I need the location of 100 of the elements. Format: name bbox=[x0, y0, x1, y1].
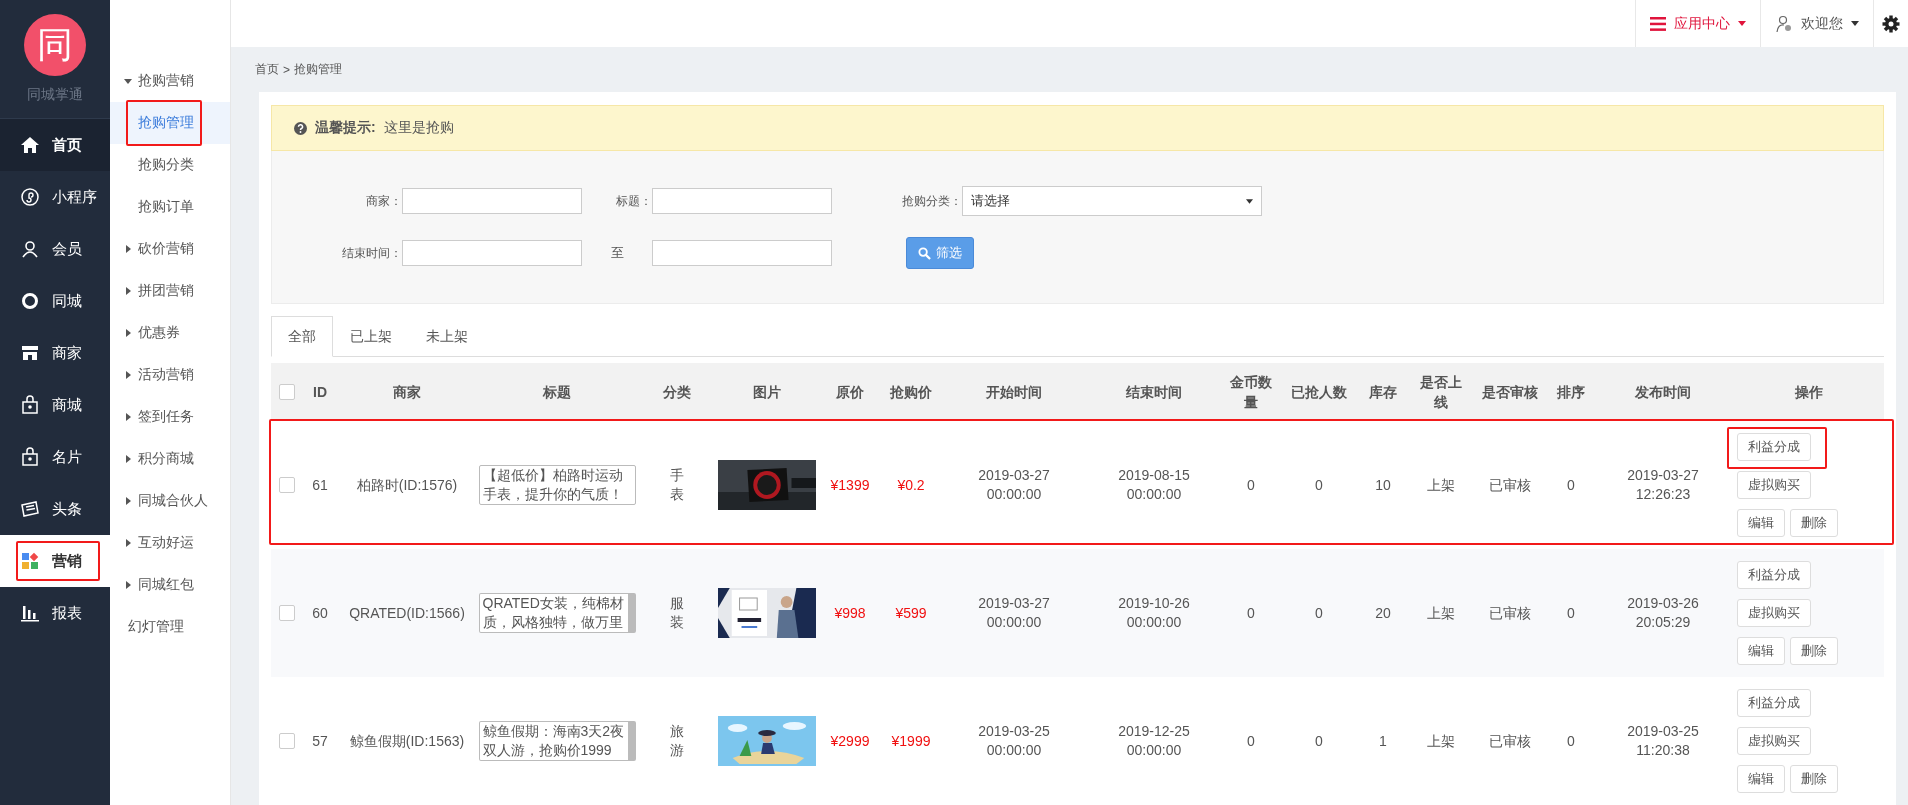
nav-item[interactable]: 商城 bbox=[0, 379, 110, 431]
help-icon bbox=[294, 121, 307, 135]
action-button[interactable]: 虚拟购买 bbox=[1737, 471, 1811, 499]
field-label: 结束时间： bbox=[341, 244, 402, 262]
nav-item[interactable]: 商家 bbox=[0, 327, 110, 379]
action-button[interactable]: 编辑 bbox=[1737, 637, 1785, 665]
tab[interactable]: 全部 bbox=[271, 316, 333, 357]
brand-name: 同城掌通 bbox=[27, 86, 83, 104]
caret-icon bbox=[124, 77, 132, 85]
submenu-group[interactable]: 优惠券 bbox=[110, 312, 230, 354]
table-cell-text: 0 bbox=[1246, 731, 1256, 751]
row-checkbox[interactable] bbox=[279, 733, 295, 749]
table-cell-text: 57 bbox=[311, 731, 329, 751]
end-date-field[interactable] bbox=[652, 240, 832, 266]
table-cell-text: 0 bbox=[1246, 475, 1256, 495]
action-button[interactable]: 删除 bbox=[1790, 509, 1838, 537]
action-button[interactable]: 利益分成 bbox=[1737, 561, 1811, 589]
nav-item[interactable]: 报表 bbox=[0, 587, 110, 639]
user-icon bbox=[1775, 14, 1793, 33]
tab[interactable]: 未上架 bbox=[409, 316, 485, 357]
category-dropdown[interactable]: 请选择 bbox=[962, 186, 1262, 216]
action-button[interactable]: 虚拟购买 bbox=[1737, 599, 1811, 627]
title-textarea[interactable]: QRATED女装，纯棉材质，风格独特，做万里 bbox=[478, 593, 636, 633]
submenu-group[interactable]: 抢购营销 bbox=[110, 60, 230, 102]
nav-item[interactable]: 首页 bbox=[0, 119, 110, 171]
caret-icon bbox=[124, 245, 132, 253]
caret-icon bbox=[1738, 21, 1746, 26]
submenu-group[interactable]: 互动好运 bbox=[110, 522, 230, 564]
submenu-group[interactable]: 同城合伙人 bbox=[110, 480, 230, 522]
action-button[interactable]: 删除 bbox=[1790, 765, 1838, 793]
action-button[interactable]: 编辑 bbox=[1737, 509, 1785, 537]
submenu-group[interactable]: 同城红包 bbox=[110, 564, 230, 606]
table-cell-text: 0 bbox=[1566, 603, 1576, 623]
breadcrumb-current: 抢购管理 bbox=[294, 61, 342, 78]
apps-icon bbox=[20, 551, 40, 571]
table-cell-text: 10 bbox=[1374, 475, 1392, 495]
field-label: 标题： bbox=[615, 192, 652, 210]
submenu-group[interactable]: 积分商城 bbox=[110, 438, 230, 480]
table-cell-text: 61 bbox=[311, 475, 329, 495]
caret-icon bbox=[1851, 21, 1859, 26]
select-all-checkbox[interactable] bbox=[279, 384, 295, 400]
action-button[interactable]: 利益分成 bbox=[1737, 433, 1811, 461]
action-button[interactable]: 编辑 bbox=[1737, 765, 1785, 793]
submenu-group[interactable]: 活动营销 bbox=[110, 354, 230, 396]
start-date-field[interactable] bbox=[402, 240, 582, 266]
action-button[interactable]: 虚拟购买 bbox=[1737, 727, 1811, 755]
table-cell-text: 0 bbox=[1566, 475, 1576, 495]
nav-item[interactable]: 营销 bbox=[0, 535, 110, 587]
table-cell: 手表 bbox=[670, 466, 684, 504]
bag-icon bbox=[20, 395, 40, 415]
submenu-item[interactable]: 幻灯管理 bbox=[110, 606, 230, 648]
column-header: 库存 bbox=[1368, 383, 1398, 402]
nav-item[interactable]: 名片 bbox=[0, 431, 110, 483]
submenu-item[interactable]: 抢购分类 bbox=[110, 144, 230, 186]
notice-title: 温馨提示: bbox=[315, 119, 376, 137]
table-cell: 旅游 bbox=[670, 722, 684, 760]
nav-item[interactable]: 头条 bbox=[0, 483, 110, 535]
field-label: 抢购分类： bbox=[901, 192, 962, 210]
submenu-item[interactable]: 抢购订单 bbox=[110, 186, 230, 228]
submenu-group[interactable]: 砍价营销 bbox=[110, 228, 230, 270]
column-header: 是否审核 bbox=[1481, 383, 1539, 402]
column-header: 结束时间 bbox=[1125, 383, 1183, 402]
row-checkbox[interactable] bbox=[279, 477, 295, 493]
column-header: 操作 bbox=[1793, 383, 1824, 402]
table-cell-text: 2019-03-25 11:20:38 bbox=[1626, 722, 1700, 760]
submenu-group[interactable]: 拼团营销 bbox=[110, 270, 230, 312]
nav-item[interactable]: 同城 bbox=[0, 275, 110, 327]
app-center-menu[interactable]: 应用中心 bbox=[1635, 0, 1760, 47]
table-cell-text: ¥1999 bbox=[890, 731, 932, 751]
table-cell-text: 2019-08-15 00:00:00 bbox=[1117, 466, 1191, 504]
title-textarea[interactable]: 【超低价】柏路时运动手表，提升你的气质！ bbox=[478, 465, 636, 505]
row-checkbox[interactable] bbox=[279, 605, 295, 621]
nav-item[interactable]: 会员 bbox=[0, 223, 110, 275]
column-header: 发布时间 bbox=[1634, 383, 1692, 402]
table-cell-text: 2019-12-25 00:00:00 bbox=[1117, 722, 1191, 760]
table-cell-text: ¥1399 bbox=[829, 475, 871, 495]
table-cell-text: ¥0.2 bbox=[896, 475, 926, 495]
table-cell-text: 2019-10-26 00:00:00 bbox=[1117, 594, 1191, 632]
table-cell-text: 2019-03-27 00:00:00 bbox=[977, 594, 1051, 632]
breadcrumb-separator: > bbox=[283, 62, 290, 77]
action-button[interactable]: 删除 bbox=[1790, 637, 1838, 665]
action-button[interactable]: 利益分成 bbox=[1737, 689, 1811, 717]
column-header: 已抢人数 bbox=[1290, 383, 1348, 402]
nav-item[interactable]: 小程序 bbox=[0, 171, 110, 223]
column-header: 商家 bbox=[392, 383, 422, 402]
table-cell-text: ¥998 bbox=[833, 603, 867, 623]
user-menu[interactable]: 欢迎您 bbox=[1760, 0, 1873, 47]
title-field[interactable] bbox=[652, 188, 832, 214]
table-cell-text: 上架 bbox=[1426, 731, 1456, 751]
table-cell-text: 0 bbox=[1566, 731, 1576, 751]
submenu-group[interactable]: 签到任务 bbox=[110, 396, 230, 438]
merchant-field[interactable] bbox=[402, 188, 582, 214]
submenu-item[interactable]: 抢购管理 bbox=[110, 102, 230, 144]
bag-icon bbox=[20, 447, 40, 467]
column-header: 分类 bbox=[662, 383, 692, 402]
table-cell-text: 2019-03-26 20:05:29 bbox=[1626, 594, 1700, 632]
title-textarea[interactable]: 鲸鱼假期：海南3天2夜双人游，抢购价1999 bbox=[478, 721, 636, 761]
table-cell-text: 已审核 bbox=[1488, 475, 1532, 495]
tab[interactable]: 已上架 bbox=[333, 316, 409, 357]
breadcrumb-link[interactable]: 首页 bbox=[255, 61, 279, 78]
